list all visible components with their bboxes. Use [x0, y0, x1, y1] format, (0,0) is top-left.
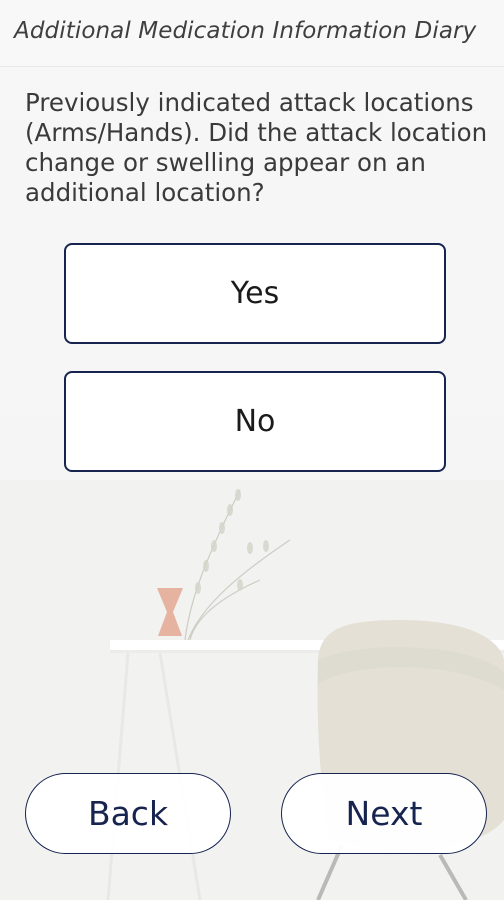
answer-yes-label: Yes — [230, 276, 280, 311]
answer-no-label: No — [234, 404, 276, 439]
back-button[interactable]: Back — [25, 773, 231, 854]
table-top — [110, 640, 504, 650]
answer-yes-button[interactable]: Yes — [64, 243, 446, 344]
next-button[interactable]: Next — [281, 773, 487, 854]
plant-leaves — [195, 489, 269, 594]
question-text: Previously indicated attack locations (A… — [25, 88, 488, 207]
header-bar: Additional Medication Information Diary — [0, 0, 504, 67]
back-button-label: Back — [87, 794, 169, 833]
answer-no-button[interactable]: No — [64, 371, 446, 472]
page-title: Additional Medication Information Diary — [14, 18, 477, 44]
plant-decoration — [184, 489, 291, 641]
vase — [157, 588, 183, 636]
diary-screen: Additional Medication Information Diary … — [0, 0, 504, 900]
next-button-label: Next — [345, 794, 423, 833]
